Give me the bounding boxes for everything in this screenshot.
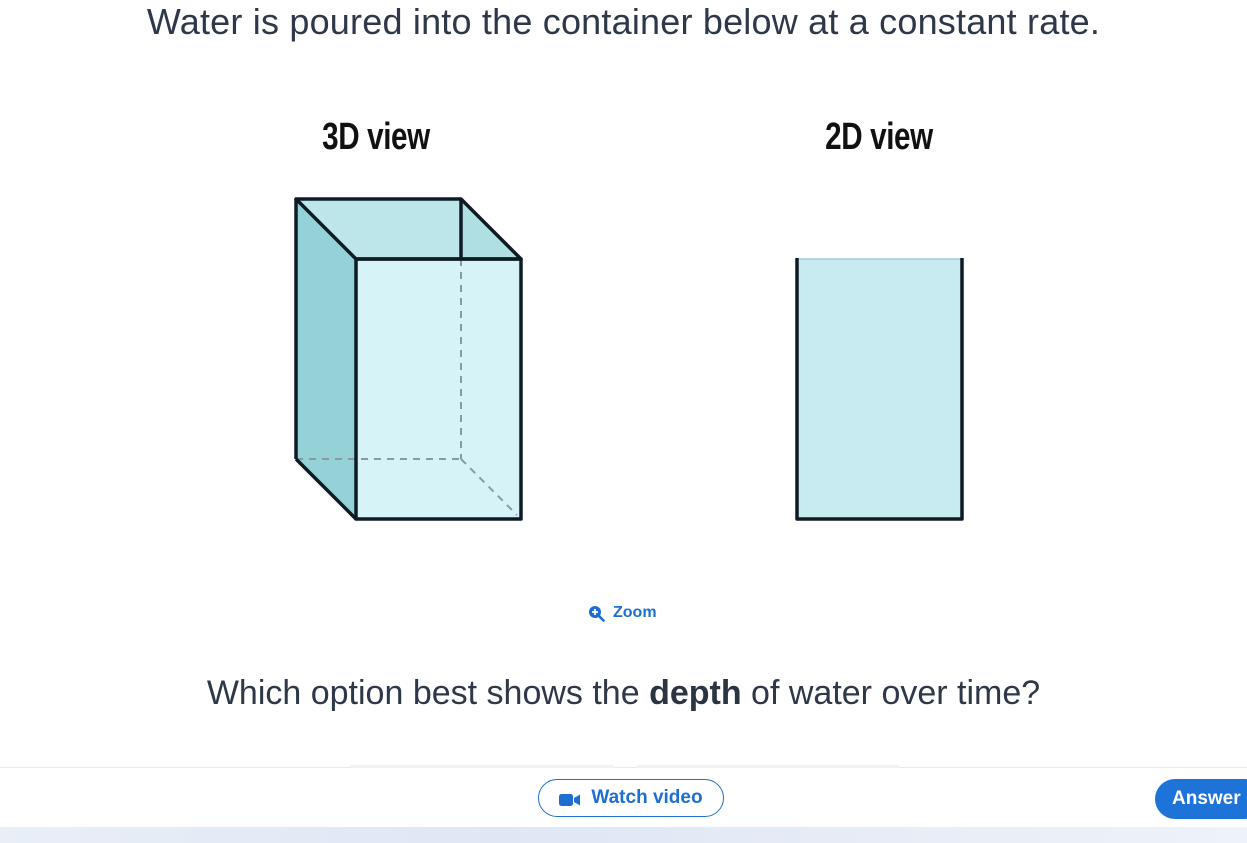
prism-front-face [356, 259, 521, 519]
container-figure: 3D view 2D view [0, 0, 1247, 843]
zoom-button[interactable]: Zoom [588, 604, 657, 622]
prompt-after: of water over time? [741, 674, 1041, 712]
cross-section-2d [795, 258, 964, 521]
prism-3d [294, 197, 523, 521]
container-diagram [294, 197, 964, 521]
cross-section-fill [797, 259, 962, 519]
zoom-label: Zoom [613, 604, 657, 621]
video-camera-icon [559, 791, 581, 806]
watch-video-label: Watch video [591, 787, 703, 808]
answer-label: Answer [1172, 788, 1241, 809]
zoom-in-icon [588, 605, 605, 622]
watch-video-button[interactable]: Watch video [538, 779, 724, 817]
footer-divider-left [350, 765, 614, 768]
prompt-emphasis: depth [649, 674, 742, 712]
question-page: Water is poured into the container below… [0, 0, 1247, 843]
answer-button[interactable]: Answer [1155, 779, 1247, 819]
footer-divider-right [636, 765, 900, 768]
prompt-before: Which option best shows the [206, 674, 650, 712]
question-prompt: Which option best shows the depth of wat… [0, 672, 1247, 714]
bottom-band [0, 827, 1247, 843]
